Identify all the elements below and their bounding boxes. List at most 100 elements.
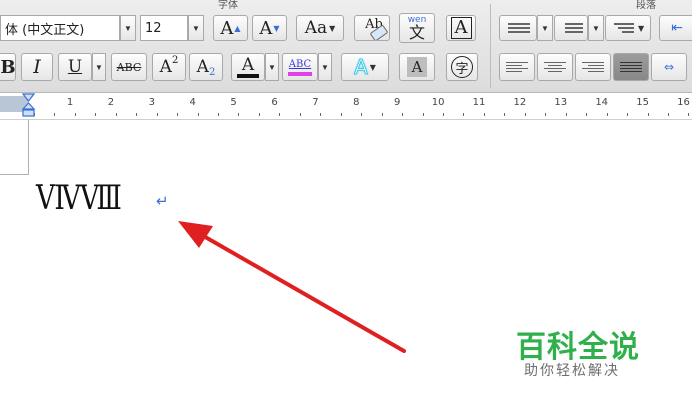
- ruler-tick: [463, 113, 464, 116]
- numbered-list-icon: [559, 21, 583, 35]
- chevron-down-icon: ▼: [329, 23, 336, 33]
- ruler-tick: [116, 113, 117, 116]
- ruler-tick: [238, 113, 239, 116]
- highlight-dropdown[interactable]: ▼: [318, 53, 332, 81]
- align-right-button[interactable]: [575, 53, 611, 81]
- numbering-dropdown[interactable]: ▼: [588, 15, 604, 41]
- ruler-tick: [648, 113, 649, 116]
- ruler-number: 14: [595, 97, 609, 108]
- ruler-tick: [320, 113, 321, 116]
- paragraph-group-title: 段落: [636, 0, 656, 11]
- character-border-button[interactable]: A: [446, 15, 476, 41]
- grow-font-button[interactable]: A ▲: [213, 15, 248, 41]
- change-case-button[interactable]: Aa ▼: [296, 15, 344, 41]
- multilevel-list-icon: [610, 21, 636, 35]
- distributed-button[interactable]: ⇔: [651, 53, 687, 81]
- text-effects-button[interactable]: A ▼: [341, 53, 389, 81]
- caret-up-icon: ▲: [234, 23, 241, 33]
- ruler-tick: [484, 113, 485, 116]
- superscript-button[interactable]: A 2: [152, 53, 186, 81]
- font-name-dropdown[interactable]: ▼: [120, 15, 136, 41]
- ruler-tick: [668, 113, 669, 116]
- font-color-dropdown[interactable]: ▼: [265, 53, 279, 81]
- highlight-button[interactable]: ABC: [282, 53, 318, 81]
- ruler-number: 6: [271, 97, 278, 108]
- ruler-tick: [545, 113, 546, 116]
- underline-button[interactable]: U: [58, 53, 92, 81]
- align-left-icon: [506, 60, 528, 74]
- ruler-tick: [688, 113, 689, 116]
- strikethrough-button[interactable]: ABC: [111, 53, 147, 81]
- ruler-number: 5: [230, 97, 237, 108]
- ruler-number: 15: [636, 97, 649, 108]
- align-center-button[interactable]: [537, 53, 573, 81]
- ruler-tick: [361, 113, 362, 116]
- ruler-tick: [627, 113, 628, 116]
- ruler-track: [28, 96, 692, 112]
- ruler-number: 13: [554, 97, 568, 108]
- underline-dropdown[interactable]: ▼: [92, 53, 106, 81]
- font-size-field[interactable]: 12: [140, 15, 188, 41]
- align-left-button[interactable]: [499, 53, 535, 81]
- character-shading-button[interactable]: A: [399, 53, 435, 81]
- ruler-tick: [95, 113, 96, 116]
- ruler-tick: [402, 113, 403, 116]
- font-size-dropdown[interactable]: ▼: [188, 15, 204, 41]
- bullets-button[interactable]: [499, 15, 537, 41]
- italic-button[interactable]: I: [21, 53, 53, 81]
- ruler-tick: [157, 113, 158, 116]
- ruler-tick: [423, 113, 424, 116]
- ribbon: 字体 段落 体 (中文正文) ▼ 12 ▼ A ▲ A ▼ Aa ▼ Ab we…: [0, 0, 692, 93]
- ruler-number: 12: [513, 97, 527, 108]
- phonetic-guide-button[interactable]: wen 文: [399, 13, 435, 43]
- chevron-down-icon: ▼: [369, 62, 376, 72]
- ruler-tick: [279, 113, 280, 116]
- align-right-icon: [582, 60, 604, 74]
- bullet-list-icon: [504, 21, 530, 35]
- watermark-subtitle: 助你轻松解决: [524, 363, 620, 379]
- bold-button[interactable]: B: [0, 53, 16, 81]
- ruler-number: 4: [189, 97, 196, 108]
- bullets-dropdown[interactable]: ▼: [537, 15, 553, 41]
- document-canvas[interactable]: ⅤⅣⅧ ↵ 百科全说 助你轻松解决: [0, 120, 692, 414]
- distribute-icon: ⇔: [663, 60, 675, 74]
- horizontal-ruler: 1 2 3 4 5 6 7 8 9 10 11 12 13 14 15 16: [0, 93, 692, 120]
- ruler-tick: [525, 113, 526, 116]
- numbering-button[interactable]: [554, 15, 588, 41]
- clear-formatting-button[interactable]: Ab: [354, 15, 390, 41]
- ruler-tick: [34, 113, 35, 116]
- ruler-number: 9: [394, 97, 401, 108]
- ruler-tick: [136, 113, 137, 116]
- ruler-tick: [382, 113, 383, 116]
- ruler-tick: [443, 113, 444, 116]
- highlight-swatch: [288, 72, 312, 76]
- ruler-tick: [177, 113, 178, 116]
- font-name-field[interactable]: 体 (中文正文): [0, 15, 120, 41]
- ruler-number: 2: [107, 97, 115, 108]
- ruler-number: 7: [312, 97, 319, 108]
- justify-button[interactable]: [613, 53, 649, 81]
- group-divider: [490, 4, 491, 88]
- ruler-number: 8: [353, 97, 360, 108]
- chevron-down-icon: ▼: [638, 23, 645, 33]
- ruler-tick: [504, 113, 505, 116]
- multilevel-list-button[interactable]: ▼: [605, 15, 651, 41]
- arrow-head: [178, 221, 213, 248]
- caret-down-icon: ▼: [273, 23, 280, 33]
- justify-icon: [620, 60, 642, 74]
- font-color-swatch: [237, 74, 259, 78]
- ruler-tick: [341, 113, 342, 116]
- decrease-indent-button[interactable]: ⇤: [659, 15, 692, 41]
- ruler-number: 10: [431, 97, 445, 108]
- ruler-tick: [218, 113, 219, 116]
- subscript-button[interactable]: A 2: [189, 53, 223, 81]
- ruler-tick: [300, 113, 301, 116]
- ruler-tick: [607, 113, 608, 116]
- font-color-button[interactable]: A: [231, 53, 265, 81]
- font-group-title: 字体: [218, 0, 238, 11]
- shrink-font-button[interactable]: A ▼: [252, 15, 287, 41]
- ruler-number: 1: [66, 97, 74, 108]
- word-window: 字体 段落 体 (中文正文) ▼ 12 ▼ A ▲ A ▼ Aa ▼ Ab we…: [0, 0, 692, 414]
- ruler-number: 11: [472, 97, 486, 108]
- enclose-characters-button[interactable]: 字: [446, 53, 478, 81]
